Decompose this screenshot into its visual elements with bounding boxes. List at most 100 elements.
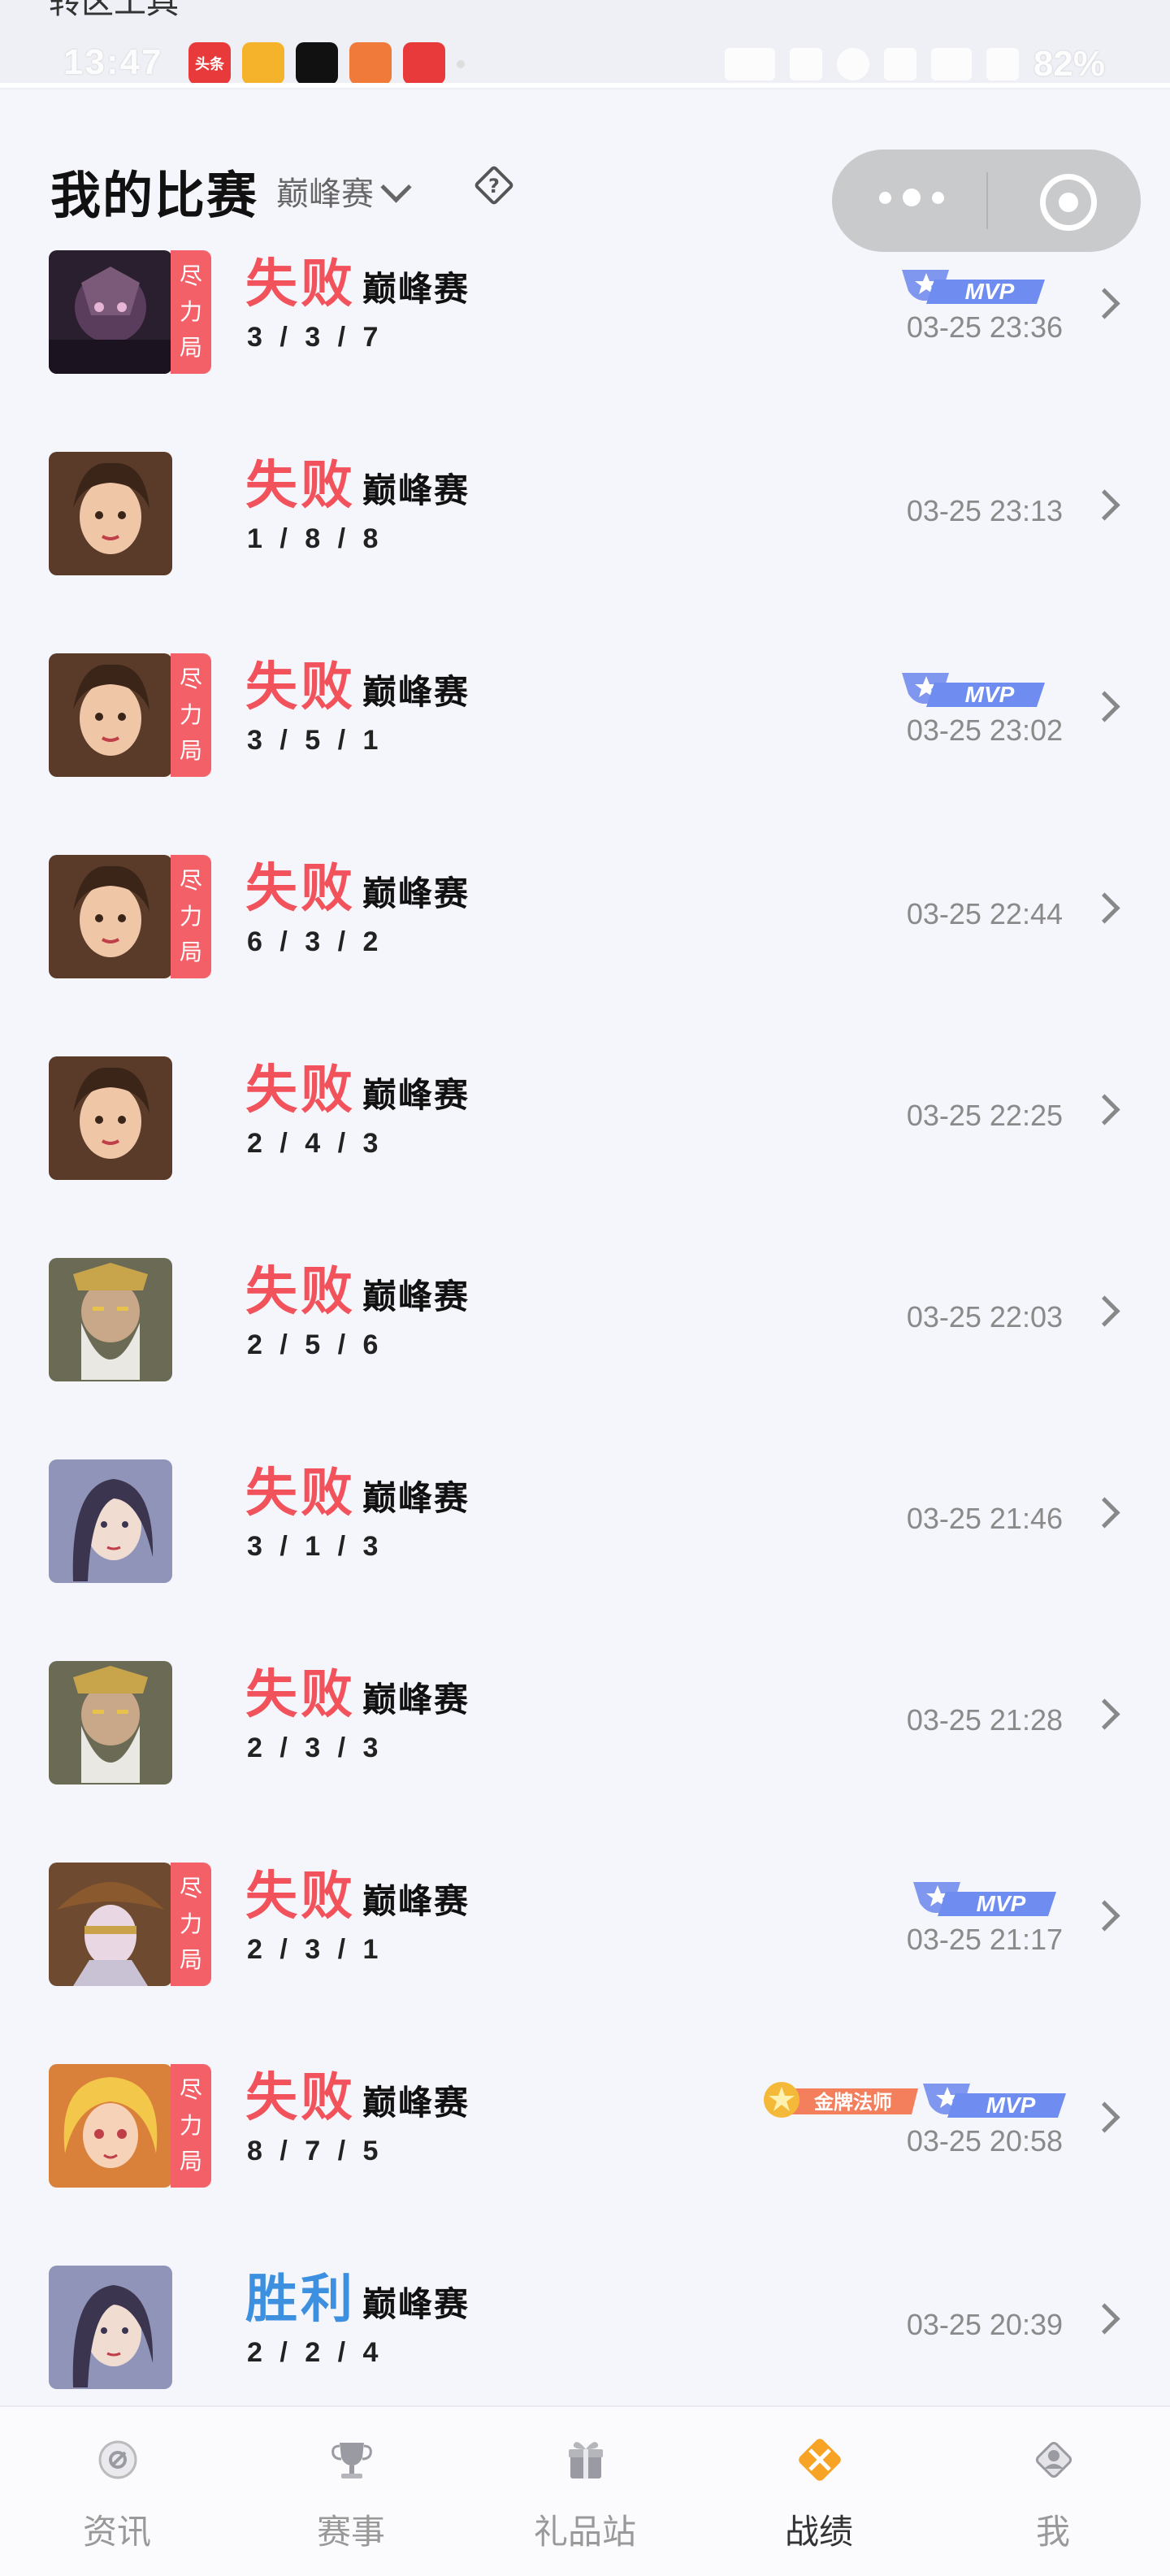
- status-divider: [0, 83, 1170, 88]
- match-result: 失败: [245, 254, 356, 313]
- hero-avatar-group: 尽力局: [49, 1863, 211, 1986]
- hero-avatar-group: 尽力局: [49, 2064, 211, 2188]
- mvp-badge: MVP: [913, 1877, 1060, 1916]
- match-kda: 2 / 2 / 4: [247, 2337, 384, 2368]
- svg-text:MVP: MVP: [965, 682, 1015, 707]
- gift-icon: [569, 2442, 603, 2478]
- match-row[interactable]: 尽力局失败 巅峰赛 8 / 7 / 5 03-25 20:58 MVP 金牌法师: [0, 2058, 1170, 2259]
- vpn-icon: [724, 48, 775, 80]
- bottom-navigation: 资讯 赛事 礼品站 战绩 我: [0, 2405, 1170, 2576]
- mvp-badge: MVP: [902, 668, 1048, 707]
- match-row[interactable]: 尽力局失败 巅峰赛 6 / 3 / 2 03-25 22:44: [0, 848, 1170, 1050]
- hero-avatar-group: [49, 1258, 211, 1381]
- mvp-badge: MVP: [923, 2079, 1069, 2118]
- page-header: 我的比赛 巅峰赛 ?: [0, 89, 1170, 252]
- chevron-right-icon: [1089, 691, 1120, 722]
- match-time: 03-25 21:17: [906, 1923, 1063, 1956]
- hero-avatar: [49, 2266, 172, 2389]
- match-row[interactable]: 失败 巅峰赛 2 / 3 / 3 03-25 21:28: [0, 1654, 1170, 1856]
- match-result: 失败: [245, 657, 356, 716]
- mvp-badge: MVP: [902, 265, 1048, 304]
- match-result: 失败: [245, 1262, 356, 1321]
- mode-filter-label: 巅峰赛: [276, 176, 374, 212]
- match-mode: 巅峰赛: [362, 1076, 470, 1114]
- gold-mage-badge: 金牌法师: [762, 2079, 921, 2118]
- chevron-right-icon: [1089, 1295, 1120, 1327]
- nav-item-trophy[interactable]: 赛事: [234, 2407, 468, 2576]
- match-kda: 2 / 4 / 3: [247, 1128, 384, 1159]
- match-time: 03-25 23:36: [906, 310, 1063, 344]
- svg-text:MVP: MVP: [965, 279, 1015, 304]
- nav-item-gift[interactable]: 礼品站: [468, 2407, 702, 2576]
- best-effort-tag-char: 力: [179, 904, 202, 929]
- match-result: 失败: [245, 1867, 356, 1925]
- hero-avatar-group: 尽力局: [49, 855, 211, 978]
- battery-icon: [986, 48, 1019, 80]
- svg-text:金牌法师: 金牌法师: [813, 2091, 892, 2114]
- match-mode: 巅峰赛: [362, 471, 470, 510]
- match-result: 失败: [245, 1464, 356, 1522]
- match-kda: 2 / 3 / 3: [247, 1733, 384, 1763]
- match-mode: 巅峰赛: [362, 270, 470, 308]
- chevron-right-icon: [1089, 489, 1120, 521]
- hero-avatar: [49, 1661, 172, 1785]
- best-effort-tag-char: 力: [179, 299, 202, 324]
- match-time: 03-25 22:03: [906, 1300, 1063, 1334]
- match-mode: 巅峰赛: [362, 1882, 470, 1920]
- chevron-right-icon: [1089, 1094, 1120, 1125]
- best-effort-tag: 尽力局: [171, 653, 211, 777]
- match-result: 失败: [245, 859, 356, 917]
- match-row[interactable]: 失败 巅峰赛 1 / 8 / 8 03-25 23:13: [0, 445, 1170, 647]
- best-effort-tag-char: 力: [179, 2113, 202, 2138]
- svg-text:MVP: MVP: [977, 1891, 1026, 1916]
- match-row[interactable]: 失败 巅峰赛 3 / 1 / 3 03-25 21:46: [0, 1453, 1170, 1654]
- more-menu-button[interactable]: [879, 189, 944, 206]
- svg-text:MVP: MVP: [986, 2092, 1036, 2118]
- match-mode: 巅峰赛: [362, 673, 470, 711]
- match-mode: 巅峰赛: [362, 874, 470, 913]
- match-row[interactable]: 尽力局失败 巅峰赛 3 / 3 / 7 03-25 23:36 MVP: [0, 244, 1170, 445]
- hero-avatar: [49, 855, 172, 978]
- match-result: 失败: [245, 1060, 356, 1119]
- match-mode: 巅峰赛: [362, 1479, 470, 1517]
- match-row[interactable]: 失败 巅峰赛 2 / 5 / 6 03-25 22:03: [0, 1251, 1170, 1453]
- match-kda: 6 / 3 / 2: [247, 926, 384, 957]
- best-effort-tag-char: 局: [179, 738, 202, 763]
- match-time: 03-25 21:28: [906, 1703, 1063, 1737]
- match-mode: 巅峰赛: [362, 1680, 470, 1719]
- nav-item-crossed-swords[interactable]: 战绩: [702, 2407, 936, 2576]
- best-effort-tag-char: 局: [179, 2149, 202, 2174]
- hero-avatar: [49, 1258, 172, 1381]
- match-row[interactable]: 尽力局失败 巅峰赛 2 / 3 / 1 03-25 21:17 MVP: [0, 1856, 1170, 2058]
- nav-label: 资讯: [82, 2513, 151, 2551]
- page-title: 我的比赛: [50, 168, 259, 224]
- best-effort-tag-char: 力: [179, 702, 202, 727]
- chevron-right-icon: [1089, 892, 1120, 924]
- nav-item-news[interactable]: 资讯: [0, 2407, 234, 2576]
- hero-avatar-group: [49, 2266, 211, 2389]
- alarm-icon: [836, 48, 869, 80]
- match-result: 失败: [245, 1665, 356, 1724]
- match-row[interactable]: 尽力局失败 巅峰赛 3 / 5 / 1 03-25 23:02 MVP: [0, 647, 1170, 848]
- nfc-icon: [789, 48, 822, 80]
- chevron-down-icon: [380, 171, 412, 203]
- match-result: 失败: [245, 456, 356, 514]
- hero-avatar: [49, 1863, 172, 1986]
- match-time: 03-25 21:46: [906, 1502, 1063, 1535]
- close-miniapp-button[interactable]: [1040, 174, 1097, 231]
- hero-avatar-group: [49, 452, 211, 575]
- bluetooth-icon: [883, 48, 916, 80]
- hero-avatar: [49, 2064, 172, 2188]
- match-kda: 8 / 7 / 5: [247, 2136, 384, 2166]
- mode-filter-dropdown[interactable]: 巅峰赛: [276, 167, 412, 215]
- match-time: 03-25 22:25: [906, 1099, 1063, 1132]
- match-result: 胜利: [245, 2270, 356, 2328]
- hero-avatar: [49, 452, 172, 575]
- hero-avatar-group: 尽力局: [49, 250, 211, 374]
- help-icon[interactable]: ?: [471, 163, 517, 208]
- match-row[interactable]: 失败 巅峰赛 2 / 4 / 3 03-25 22:25: [0, 1050, 1170, 1251]
- nav-item-profile[interactable]: 我: [936, 2407, 1170, 2576]
- chevron-right-icon: [1089, 1698, 1120, 1730]
- match-mode: 巅峰赛: [362, 2084, 470, 2122]
- best-effort-tag-char: 局: [179, 939, 202, 965]
